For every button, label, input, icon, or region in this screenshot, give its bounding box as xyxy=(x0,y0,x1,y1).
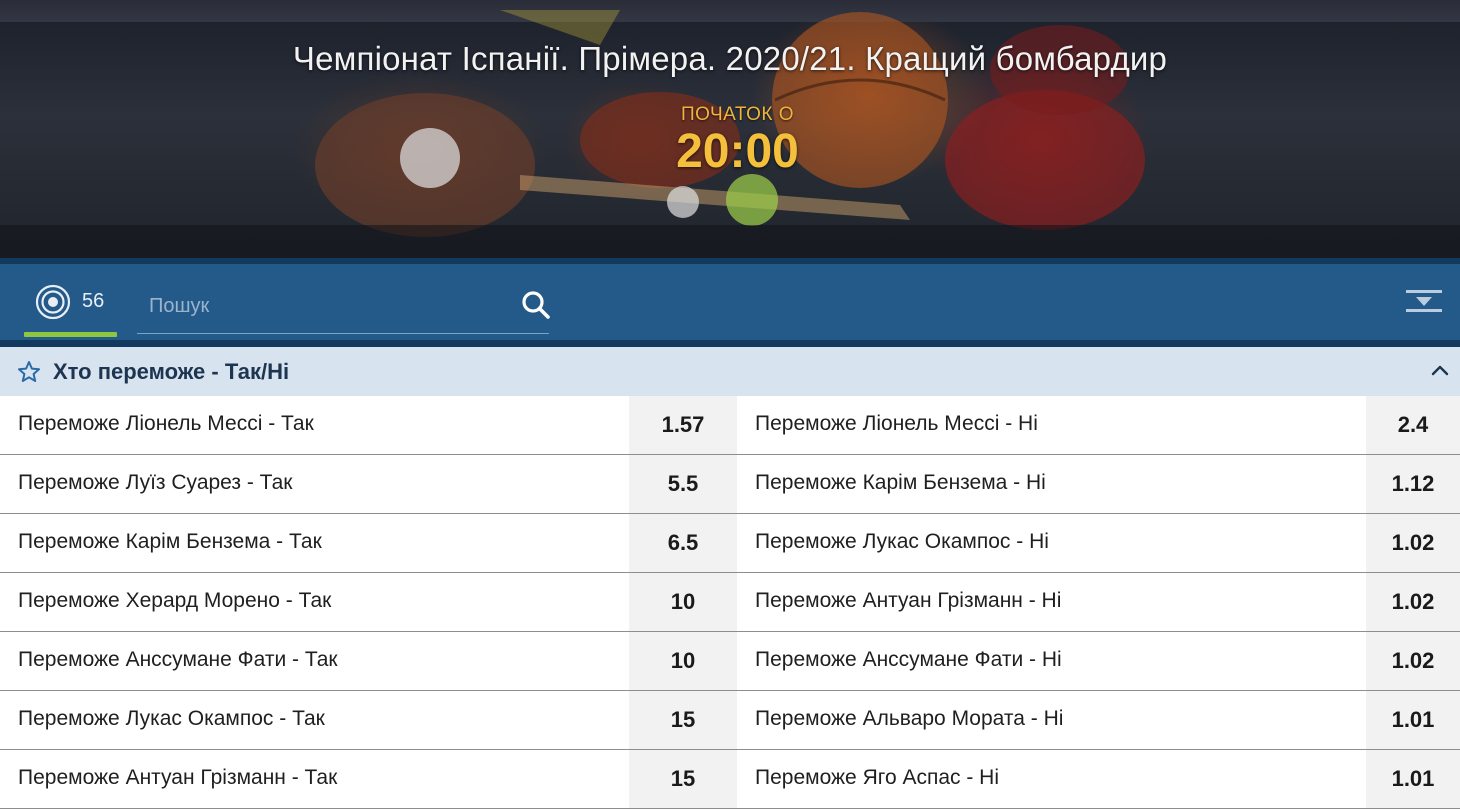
selection-no[interactable]: Переможе Антуан Грізманн - Ні 1.02 xyxy=(737,573,1460,631)
selection-yes[interactable]: Переможе Луїз Суарез - Так 5.5 xyxy=(0,455,737,513)
events-target-icon xyxy=(35,284,71,320)
odd-value[interactable]: 1.02 xyxy=(1366,514,1460,572)
odds-row: Переможе Антуан Грізманн - Так 15 Перемо… xyxy=(0,750,1460,809)
selection-yes[interactable]: Переможе Херард Морено - Так 10 xyxy=(0,573,737,631)
selection-name: Переможе Ліонель Мессі - Так xyxy=(18,412,314,435)
start-time-label: ПОЧАТОК О xyxy=(680,104,795,125)
active-tab-indicator xyxy=(24,332,117,337)
odd-value[interactable]: 6.5 xyxy=(629,514,737,572)
market-header[interactable]: Хто переможе - Так/Ні xyxy=(0,347,1460,396)
odd-value[interactable]: 15 xyxy=(629,691,737,749)
odd-value[interactable]: 15 xyxy=(629,750,737,808)
selection-no[interactable]: Переможе Анссумане Фати - Ні 1.02 xyxy=(737,632,1460,690)
odd-value[interactable]: 1.01 xyxy=(1366,750,1460,808)
selection-name: Переможе Антуан Грізманн - Ні xyxy=(755,589,1062,612)
odd-value[interactable]: 10 xyxy=(629,632,737,690)
event-hero-banner: Чемпіонат Іспанії. Прімера. 2020/21. Кра… xyxy=(0,0,1460,258)
selection-name: Переможе Анссумане Фати - Так xyxy=(18,648,338,671)
market-toolbar: 56 xyxy=(0,264,1460,344)
selection-yes[interactable]: Переможе Карім Бензема - Так 6.5 xyxy=(0,514,737,572)
chevron-up-icon[interactable] xyxy=(1430,363,1450,377)
selection-yes[interactable]: Переможе Лукас Окампос - Так 15 xyxy=(0,691,737,749)
odd-value[interactable]: 5.5 xyxy=(629,455,737,513)
selection-no[interactable]: Переможе Ліонель Мессі - Ні 2.4 xyxy=(737,396,1460,454)
tab-all-events[interactable]: 56 xyxy=(24,264,117,340)
star-icon[interactable] xyxy=(17,360,41,384)
odds-row: Переможе Луїз Суарез - Так 5.5 Переможе … xyxy=(0,455,1460,514)
collapse-all-icon[interactable] xyxy=(1404,288,1444,318)
odds-row: Переможе Карім Бензема - Так 6.5 Перемож… xyxy=(0,514,1460,573)
selection-name: Переможе Лукас Окампос - Так xyxy=(18,707,325,730)
odd-value[interactable]: 1.12 xyxy=(1366,455,1460,513)
odd-value[interactable]: 2.4 xyxy=(1366,396,1460,454)
selection-no[interactable]: Переможе Карім Бензема - Ні 1.12 xyxy=(737,455,1460,513)
odd-value[interactable]: 1.57 xyxy=(629,396,737,454)
selection-name: Переможе Альваро Мората - Ні xyxy=(755,707,1064,730)
selection-name: Переможе Луїз Суарез - Так xyxy=(18,471,293,494)
selection-name: Переможе Лукас Окампос - Ні xyxy=(755,530,1049,553)
selection-no[interactable]: Переможе Яго Аспас - Ні 1.01 xyxy=(737,750,1460,808)
selection-name: Переможе Херард Морено - Так xyxy=(18,589,332,612)
search-box xyxy=(137,282,551,334)
odds-row: Переможе Херард Морено - Так 10 Переможе… xyxy=(0,573,1460,632)
search-input[interactable] xyxy=(149,288,509,324)
start-time-value: 20:00 xyxy=(676,125,799,178)
odds-row: Переможе Лукас Окампос - Так 15 Переможе… xyxy=(0,691,1460,750)
selection-no[interactable]: Переможе Альваро Мората - Ні 1.01 xyxy=(737,691,1460,749)
selection-name: Переможе Карім Бензема - Ні xyxy=(755,471,1046,494)
selection-name: Переможе Анссумане Фати - Ні xyxy=(755,648,1062,671)
toolbar-divider xyxy=(0,340,1460,347)
odd-value[interactable]: 1.02 xyxy=(1366,632,1460,690)
selection-name: Переможе Ліонель Мессі - Ні xyxy=(755,412,1038,435)
events-count: 56 xyxy=(82,290,105,312)
odds-row: Переможе Ліонель Мессі - Так 1.57 Перемо… xyxy=(0,396,1460,455)
search-icon[interactable] xyxy=(521,290,551,320)
selection-name: Переможе Антуан Грізманн - Так xyxy=(18,766,338,789)
selection-no[interactable]: Переможе Лукас Окампос - Ні 1.02 xyxy=(737,514,1460,572)
market-title: Хто переможе - Так/Ні xyxy=(53,359,290,384)
odds-row: Переможе Анссумане Фати - Так 10 Перемож… xyxy=(0,632,1460,691)
selection-name: Переможе Карім Бензема - Так xyxy=(18,530,322,553)
selection-name: Переможе Яго Аспас - Ні xyxy=(755,766,1000,789)
odd-value[interactable]: 10 xyxy=(629,573,737,631)
selection-yes[interactable]: Переможе Ліонель Мессі - Так 1.57 xyxy=(0,396,737,454)
event-title: Чемпіонат Іспанії. Прімера. 2020/21. Кра… xyxy=(292,40,1168,77)
selection-yes[interactable]: Переможе Антуан Грізманн - Так 15 xyxy=(0,750,737,808)
odds-table: Переможе Ліонель Мессі - Так 1.57 Перемо… xyxy=(0,396,1460,809)
selection-yes[interactable]: Переможе Анссумане Фати - Так 10 xyxy=(0,632,737,690)
odd-value[interactable]: 1.01 xyxy=(1366,691,1460,749)
odd-value[interactable]: 1.02 xyxy=(1366,573,1460,631)
